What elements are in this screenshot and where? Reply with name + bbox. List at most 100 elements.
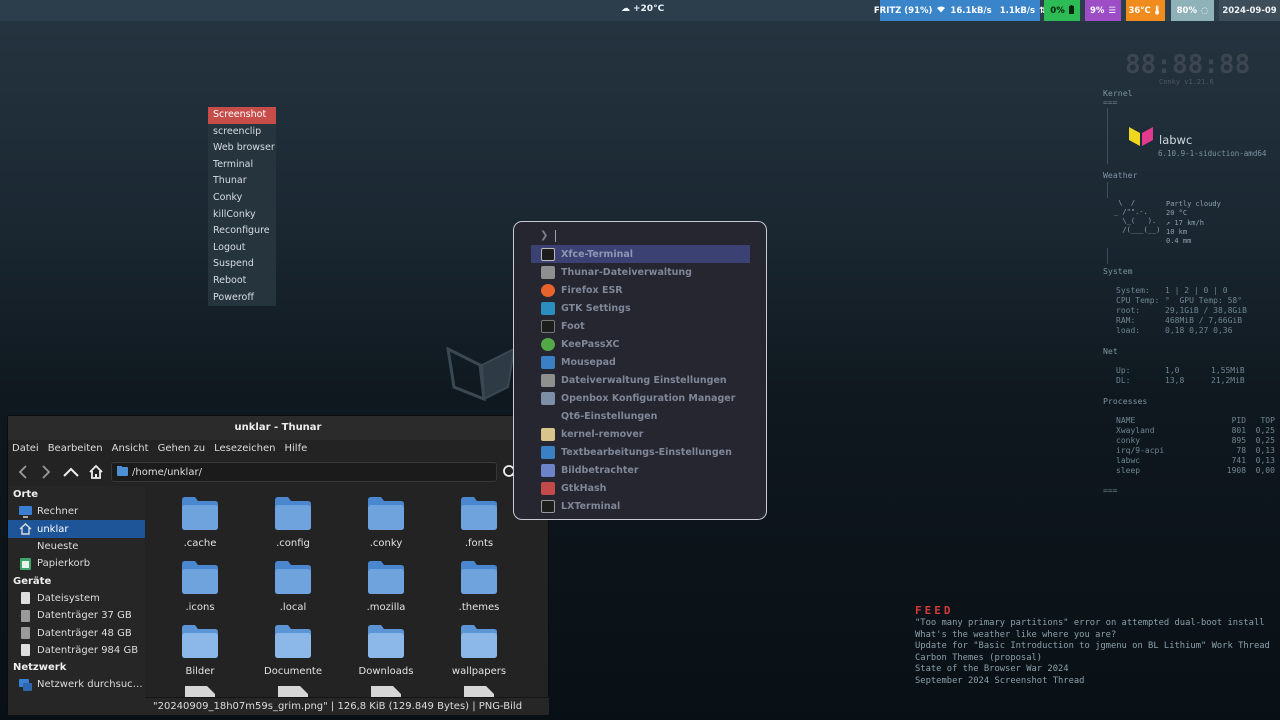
cloud-icon: ☁ — [621, 4, 630, 14]
file-item-documente[interactable]: Documente — [253, 624, 333, 677]
launcher-item-label: Openbox Konfiguration Manager — [561, 392, 736, 404]
conky-tree-line: | | — [1105, 247, 1110, 264]
sidebar-item-drive-48gb[interactable]: Datenträger 48 GB — [8, 624, 145, 641]
launcher-item-firefox[interactable]: Firefox ESR — [531, 281, 750, 299]
feed-item[interactable]: Carbon Themes (proposal) — [915, 653, 1042, 663]
feed-item[interactable]: State of the Browser War 2024 — [915, 664, 1069, 674]
home-icon — [19, 523, 32, 535]
menu-lesezeichen[interactable]: Lesezeichen — [214, 440, 275, 458]
menu-item-reconfigure[interactable]: Reconfigure — [208, 223, 276, 240]
file-name: .config — [276, 538, 310, 549]
sidebar-item-dateisystem[interactable]: Dateisystem — [8, 590, 145, 607]
firefox-icon — [541, 283, 555, 297]
launcher-item-qt6-settings[interactable]: Qt6-Einstellungen — [531, 407, 750, 425]
launcher-item-openbox-config[interactable]: Openbox Konfiguration Manager — [531, 389, 750, 407]
sidebar-header-network: Netzwerk — [13, 662, 67, 674]
launcher-item-dateiverwaltung-einstellungen[interactable]: Dateiverwaltung Einstellungen — [531, 371, 750, 389]
launcher-item-gtk-settings[interactable]: GTK Settings — [531, 299, 750, 317]
sidebar-header-devices: Geräte — [13, 575, 52, 587]
file-name: Downloads — [358, 666, 414, 677]
file-item-conky[interactable]: .conky — [346, 496, 426, 549]
menu-bearbeiten[interactable]: Bearbeiten — [48, 440, 103, 458]
weather-indicator[interactable]: ☁ +20°C — [621, 4, 664, 14]
sidebar-item-drive-37gb[interactable]: Datenträger 37 GB — [8, 607, 145, 624]
menu-ansicht[interactable]: Ansicht — [112, 440, 149, 458]
menu-hilfe[interactable]: Hilfe — [285, 440, 308, 458]
file-item-themes[interactable]: .themes — [439, 560, 519, 613]
sidebar-item-neueste[interactable]: Neueste — [8, 538, 145, 555]
launcher-item-text-editor-settings[interactable]: Textbearbeitungs-Einstellungen — [531, 443, 750, 461]
menu-item-logout[interactable]: Logout — [208, 240, 276, 257]
file-name: .fonts — [464, 538, 494, 549]
battery-icon — [1068, 4, 1074, 17]
folder-icon — [461, 625, 497, 658]
back-button[interactable] — [13, 461, 33, 483]
sidebar-item-rechner[interactable]: Rechner — [8, 503, 145, 520]
menu-gehen-zu[interactable]: Gehen zu — [158, 440, 206, 458]
feed-item[interactable]: What's the weather like where you are? — [915, 630, 1116, 640]
launcher-item-label: Qt6-Einstellungen — [561, 410, 658, 422]
parent-folder-button[interactable] — [61, 461, 81, 483]
file-item-cache[interactable]: .cache — [160, 496, 240, 549]
chevron-up-icon — [63, 467, 79, 477]
keepass-icon — [541, 337, 555, 351]
window-title[interactable]: unklar - Thunar — [8, 416, 548, 440]
menu-item-suspend[interactable]: Suspend — [208, 256, 276, 273]
menu-item-reboot[interactable]: Reboot — [208, 273, 276, 290]
cpu-indicator[interactable]: 9% ☰ — [1085, 0, 1121, 21]
text-cursor[interactable] — [555, 230, 556, 242]
file-item-wallpapers[interactable]: wallpapers — [439, 624, 519, 677]
launcher-item-gtkhash[interactable]: GtkHash — [531, 479, 750, 497]
feed-item[interactable]: "Too many primary partitions" error on a… — [915, 618, 1265, 628]
battery-indicator[interactable]: 0% — [1044, 0, 1080, 21]
launcher-item-bildbetrachter[interactable]: Bildbetrachter — [531, 461, 750, 479]
file-item-local[interactable]: .local — [253, 560, 333, 613]
menu-item-terminal[interactable]: Terminal — [208, 157, 276, 174]
sidebar-item-browse-network[interactable]: Netzwerk durchsuc… — [8, 676, 145, 693]
menu-item-web-browser[interactable]: Web browser — [208, 140, 276, 157]
file-item-config[interactable]: .config — [253, 496, 333, 549]
launcher-item-xfce-terminal[interactable]: Xfce-Terminal — [531, 245, 750, 263]
temp-value: 36°C — [1128, 5, 1151, 16]
process-table-header: NAME PID TOP — [1116, 416, 1275, 425]
file-name: .cache — [183, 538, 217, 549]
launcher-item-lxterminal[interactable]: LXTerminal — [531, 497, 750, 515]
file-item-bilder[interactable]: Bilder — [160, 624, 240, 677]
home-button[interactable] — [86, 461, 106, 483]
sidebar-item-papierkorb[interactable]: Papierkorb — [8, 555, 145, 572]
file-item-mozilla[interactable]: .mozilla — [346, 560, 426, 613]
menu-item-screenclip[interactable]: screenclip — [208, 124, 276, 141]
terminal-icon — [541, 247, 555, 261]
temperature-indicator[interactable]: 36°C 🌡 — [1126, 0, 1165, 21]
folder-icon — [275, 561, 311, 594]
launcher-item-mousepad[interactable]: Mousepad — [531, 353, 750, 371]
conky-tree-line: | | — [1105, 181, 1110, 198]
forward-button[interactable] — [36, 461, 56, 483]
file-item-fonts[interactable]: .fonts — [439, 496, 519, 549]
feed-item[interactable]: Update for "Basic Introduction to jgmenu… — [915, 641, 1270, 651]
sidebar-item-unklar[interactable]: unklar — [8, 520, 145, 538]
launcher-item-label: KeePassXC — [561, 338, 620, 350]
net-down: 16.1kB/s — [950, 5, 992, 16]
battery-value: 0% — [1050, 5, 1065, 16]
launcher-item-label: Mousepad — [561, 356, 616, 368]
menu-datei[interactable]: Datei — [12, 440, 39, 458]
network-indicator[interactable]: FRITZ (91%) 16.1kB/s 1.1kB/s ⇅ — [874, 0, 1046, 21]
sidebar-item-drive-984gb[interactable]: Datenträger 984 GB — [8, 642, 145, 659]
launcher-item-kernel-remover[interactable]: kernel-remover — [531, 425, 750, 443]
launcher-item-keepassxc[interactable]: KeePassXC — [531, 335, 750, 353]
menu-item-screenshot[interactable]: Screenshot — [208, 107, 276, 124]
menu-item-thunar[interactable]: Thunar — [208, 173, 276, 190]
weather-temp: +20°C — [633, 4, 665, 14]
file-item-downloads[interactable]: Downloads — [346, 624, 426, 677]
menu-item-killconky[interactable]: killConky — [208, 207, 276, 224]
memory-indicator[interactable]: 80% ◌ — [1171, 0, 1214, 21]
launcher-item-thunar[interactable]: Thunar-Dateiverwaltung — [531, 263, 750, 281]
menu-item-poweroff[interactable]: Poweroff — [208, 290, 276, 307]
menu-item-conky[interactable]: Conky — [208, 190, 276, 207]
feed-item[interactable]: September 2024 Screenshot Thread — [915, 676, 1084, 686]
launcher-item-foot[interactable]: Foot — [531, 317, 750, 335]
file-item-icons[interactable]: .icons — [160, 560, 240, 613]
date-indicator[interactable]: 2024-09-09 — [1219, 0, 1280, 21]
location-bar[interactable]: /home/unklar/ — [111, 462, 497, 482]
